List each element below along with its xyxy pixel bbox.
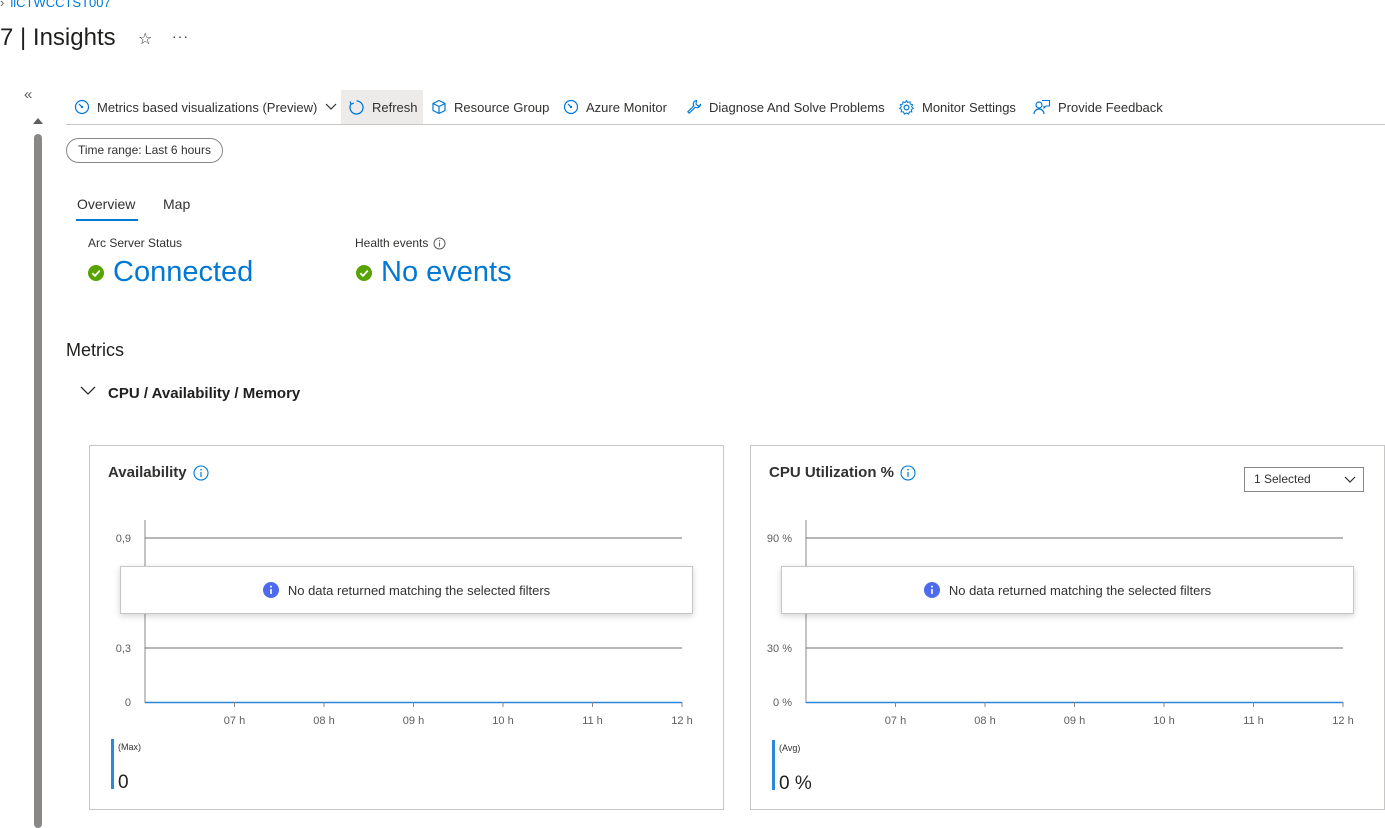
gauge-icon [74, 99, 90, 115]
legend-series-name: (Avg) [779, 743, 801, 753]
y-tick-label: 0,9 [116, 533, 131, 545]
y-tick-label: 90 % [767, 533, 792, 545]
no-data-message: No data returned matching the selected f… [120, 566, 693, 614]
legend-color-bar [111, 739, 114, 789]
info-icon [262, 582, 279, 598]
x-tick-label: 11 h [1243, 715, 1264, 727]
tab-overview[interactable]: Overview [77, 196, 135, 212]
metrics-heading: Metrics [66, 340, 124, 360]
tab-map[interactable]: Map [163, 196, 190, 212]
diagnose-solve-problems-button[interactable]: Diagnose And Solve Problems [686, 90, 885, 124]
breadcrumb-chevron-icon: › [0, 0, 5, 10]
x-tick-label: 12 h [1332, 715, 1353, 727]
resource-group-icon [432, 99, 446, 115]
status-value-text: No events [381, 256, 512, 288]
feedback-icon [1033, 99, 1051, 114]
more-options-icon[interactable]: ··· [172, 28, 189, 44]
health-events-label-text: Health events [355, 236, 429, 250]
availability-card: Availability 0,900,3007 h08 h09 h10 h11 … [89, 445, 724, 810]
toolbar-item-label: Resource Group [454, 99, 550, 115]
x-tick-label: 10 h [1153, 715, 1174, 727]
azure-monitor-button[interactable]: Azure Monitor [563, 90, 667, 124]
y-tick-label: 0 % [773, 697, 792, 709]
check-circle-icon [356, 264, 372, 281]
monitor-settings-button[interactable]: Monitor Settings [898, 90, 1016, 124]
scrollbar-thumb[interactable] [34, 134, 42, 828]
toolbar-item-label: Provide Feedback [1058, 99, 1163, 115]
x-tick-label: 08 h [313, 715, 334, 727]
metrics-visualizations-dropdown[interactable]: Metrics based visualizations (Preview) [74, 90, 344, 124]
toolbar-item-label: Monitor Settings [922, 99, 1016, 115]
legend-series-name: (Max) [118, 742, 141, 752]
legend-value: 0 % [779, 773, 812, 794]
x-tick-label: 09 h [1064, 715, 1085, 727]
chevron-down-icon [325, 103, 337, 110]
check-circle-icon [88, 264, 104, 281]
selected-tab-indicator [76, 219, 138, 221]
arc-server-status-label: Arc Server Status [88, 236, 183, 250]
toolbar-item-label: Metrics based visualizations (Preview) [97, 99, 318, 115]
legend-color-bar [772, 740, 775, 790]
page-title: 7 | Insights [0, 24, 116, 51]
arc-server-status-value: Connected [88, 256, 253, 289]
wrench-icon [687, 99, 702, 114]
x-tick-label: 11 h [582, 715, 603, 727]
resource-group-button[interactable]: Resource Group [431, 90, 549, 124]
legend-value: 0 [118, 772, 129, 793]
toolbar-item-label: Refresh [372, 99, 418, 115]
status-value-text: Connected [113, 256, 254, 288]
y-tick-label: 0 [125, 697, 131, 709]
toolbar-item-label: Diagnose And Solve Problems [709, 99, 885, 115]
refresh-icon [349, 99, 364, 115]
time-range-button[interactable]: Time range: Last 6 hours [66, 138, 223, 163]
x-tick-label: 08 h [974, 715, 995, 727]
no-data-message: No data returned matching the selected f… [781, 566, 1354, 614]
health-events-label: Health events [355, 236, 446, 250]
x-tick-label: 10 h [492, 715, 513, 727]
x-tick-label: 07 h [224, 715, 245, 727]
expand-menu-icon[interactable]: › [0, 88, 1, 104]
scroll-up-arrow-icon[interactable] [33, 118, 43, 124]
info-icon[interactable] [433, 237, 446, 250]
no-data-text: No data returned matching the selected f… [287, 582, 551, 598]
health-events-value[interactable]: No events [356, 256, 512, 289]
x-tick-label: 09 h [403, 715, 424, 727]
command-toolbar: Metrics based visualizations (Preview) R… [66, 90, 1385, 125]
breadcrumb-link[interactable]: llCTWCCTST007 [10, 0, 110, 10]
y-tick-label: 0,3 [116, 643, 131, 655]
gauge-icon [563, 99, 579, 115]
y-tick-label: 30 % [767, 643, 792, 655]
x-tick-label: 07 h [885, 715, 906, 727]
gear-icon [898, 99, 915, 115]
section-title[interactable]: CPU / Availability / Memory [108, 385, 300, 402]
provide-feedback-button[interactable]: Provide Feedback [1033, 90, 1163, 124]
refresh-button[interactable]: Refresh [341, 90, 423, 124]
toolbar-item-label: Azure Monitor [586, 99, 667, 115]
breadcrumb: › llCTWCCTST007 [0, 0, 111, 10]
x-tick-label: 12 h [671, 715, 692, 727]
collapse-panel-icon[interactable]: « [24, 86, 32, 103]
chevron-down-icon[interactable] [80, 386, 96, 396]
info-icon [923, 582, 940, 598]
favorite-star-icon[interactable]: ☆ [138, 29, 152, 49]
cpu-utilization-card: CPU Utilization % 1 Selected 90 %630 %0 … [750, 445, 1385, 810]
no-data-text: No data returned matching the selected f… [948, 582, 1212, 598]
